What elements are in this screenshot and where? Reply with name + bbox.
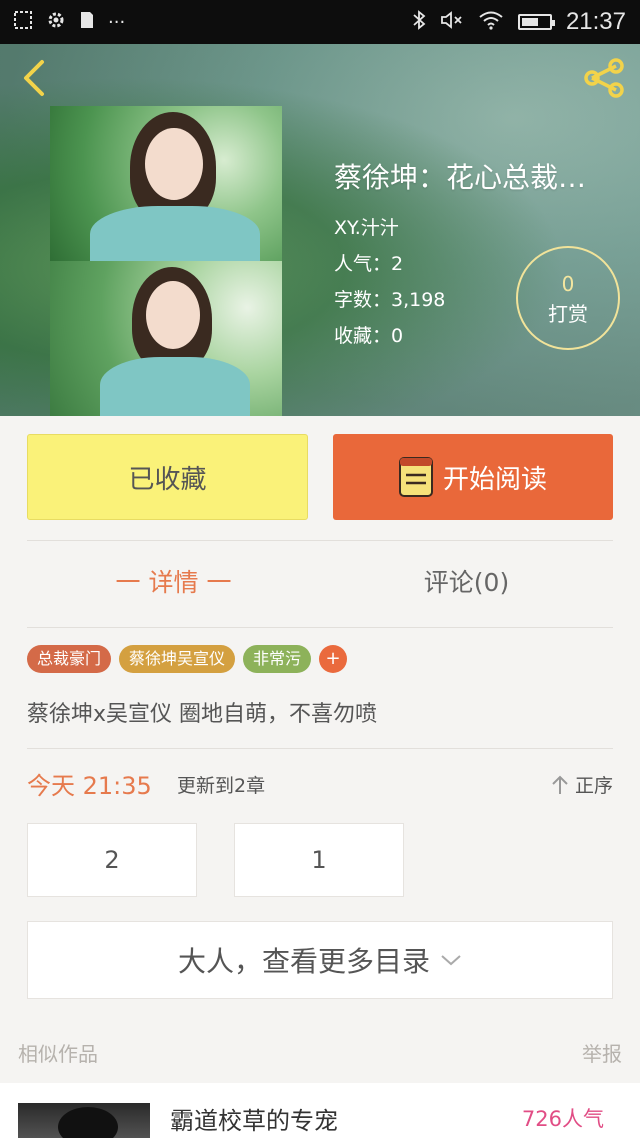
- wifi-icon: [478, 10, 504, 35]
- book-icon: [398, 457, 433, 497]
- chevron-down-icon: [441, 955, 461, 966]
- more-dots-icon: ···: [108, 11, 126, 33]
- book-header: 蔡徐坤：花心总裁… XY.汁汁 人气：2 字数：3,198 收藏：0 0 打赏: [0, 44, 640, 416]
- tag-item[interactable]: 蔡徐坤吴宣仪: [119, 645, 236, 673]
- add-tag-button[interactable]: +: [319, 645, 348, 673]
- bluetooth-icon: [412, 9, 426, 35]
- screenshot-icon: [14, 10, 32, 34]
- tag-item[interactable]: 非常污: [243, 645, 312, 673]
- chapter-item[interactable]: 1: [234, 823, 404, 897]
- book-author[interactable]: XY.汁汁: [334, 210, 624, 246]
- more-catalog-label: 大人，查看更多目录: [177, 945, 430, 978]
- more-catalog-button[interactable]: 大人，查看更多目录: [27, 921, 613, 999]
- share-button[interactable]: [580, 54, 628, 102]
- sim-icon: [80, 11, 94, 34]
- similar-popularity: 726人气: [521, 1107, 604, 1131]
- reward-count: 0: [561, 272, 575, 296]
- tag-list: 总裁豪门 蔡徐坤吴宣仪 非常污 +: [27, 645, 348, 673]
- collected-label: 已收藏: [128, 464, 207, 495]
- mute-icon: [440, 10, 464, 35]
- sort-button[interactable]: 正序: [551, 771, 613, 798]
- gear-icon: [46, 10, 66, 35]
- similar-section-label: 相似作品: [18, 1042, 98, 1066]
- book-title: 蔡徐坤：花心总裁…: [334, 161, 587, 194]
- tab-detail[interactable]: 一 详情 一: [27, 560, 320, 606]
- similar-cover-image: [18, 1103, 150, 1138]
- similar-list-item[interactable]: 霸道校草的专宠 726人气: [0, 1083, 640, 1138]
- status-bar: ··· 21:37: [0, 0, 640, 44]
- clock: 21:37: [565, 8, 626, 35]
- share-icon: [584, 58, 624, 98]
- start-reading-label: 开始阅读: [442, 464, 547, 495]
- tag-item[interactable]: 总裁豪门: [27, 645, 112, 673]
- collected-button[interactable]: 已收藏: [27, 434, 308, 520]
- divider: [27, 627, 613, 628]
- update-time: 今天 21:35: [27, 772, 152, 800]
- chevron-left-icon: [24, 60, 44, 96]
- tab-comments[interactable]: 评论(0): [320, 560, 613, 606]
- back-button[interactable]: [14, 58, 54, 98]
- divider: [27, 540, 613, 541]
- chapter-item[interactable]: 2: [27, 823, 197, 897]
- reward-button[interactable]: 0 打赏: [516, 246, 620, 350]
- book-description: 蔡徐坤x吴宣仪 圈地自萌，不喜勿喷: [27, 702, 378, 727]
- sort-label: 正序: [574, 775, 613, 797]
- update-status: 更新到2章: [177, 775, 266, 797]
- update-row: 今天 21:35 更新到2章 正序: [27, 766, 613, 802]
- book-cover-image[interactable]: [50, 106, 282, 416]
- similar-title: 霸道校草的专宠: [170, 1107, 338, 1135]
- start-reading-button[interactable]: 开始阅读: [333, 434, 613, 520]
- battery-icon: [517, 14, 555, 30]
- reward-label: 打赏: [548, 302, 588, 326]
- divider: [27, 748, 613, 749]
- report-link[interactable]: 举报: [582, 1038, 622, 1067]
- arrow-up-icon: [552, 775, 568, 794]
